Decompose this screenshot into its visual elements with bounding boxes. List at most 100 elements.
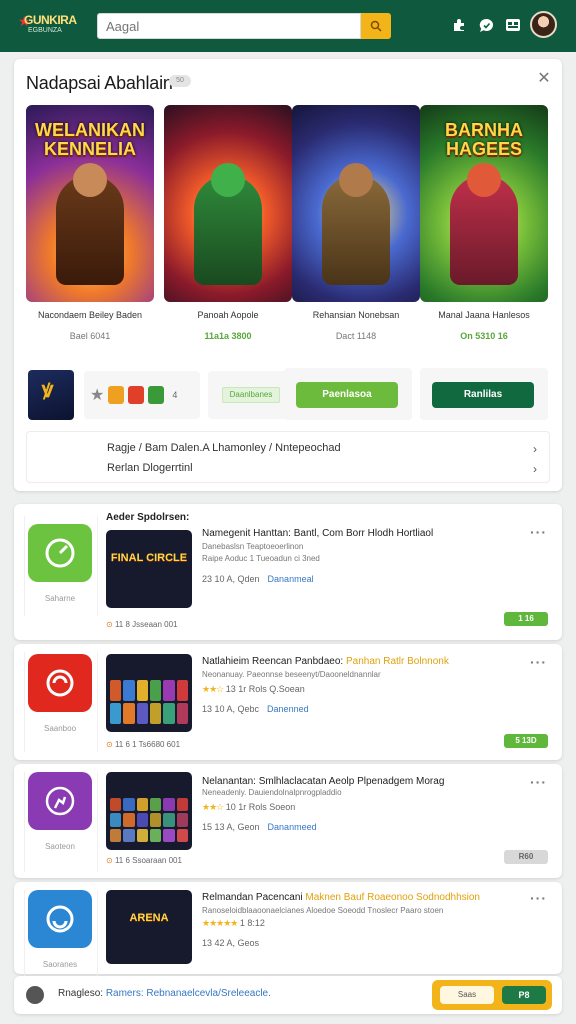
- thumbnail-title: FINAL CIRCLE: [110, 552, 188, 564]
- game-thumbnail[interactable]: ARENA: [106, 890, 192, 964]
- primary-button-box: Paenlasoa: [284, 368, 412, 420]
- tag-label[interactable]: Daanlbanes: [222, 387, 280, 403]
- app-icon[interactable]: Saanboo: [28, 654, 92, 733]
- rating-row: ★★★★★ 1 8:12: [202, 918, 265, 928]
- bottom-secondary-button[interactable]: Saas: [440, 986, 494, 1004]
- game-card[interactable]: BARNHA HAGEES Manal Jaana Hanlesos On 53…: [420, 105, 548, 341]
- thumbnail-grid: [110, 798, 188, 842]
- featured-card: Nadapsai Abahlain 50 ✕ WELANIKAN KENNELI…: [14, 59, 562, 491]
- bottom-bar: Rnagleso: Ramers: Rebnanaelcevla/Sreleea…: [14, 976, 562, 1014]
- section-heading: Aeder Spdolrsen:: [106, 512, 190, 523]
- list-title[interactable]: Relmandan Pacencani Maknen Bauf Roaeonoo…: [202, 892, 480, 903]
- bottom-bar-actions: Saas P8: [432, 980, 552, 1010]
- character-strip[interactable]: ★ 4: [84, 371, 200, 419]
- featured-title: Nadapsai Abahlain: [26, 73, 173, 93]
- list-link[interactable]: Dananmeal: [268, 574, 314, 584]
- secondary-button-box: Ranlilas: [420, 368, 548, 420]
- app-icon[interactable]: Saoranes: [28, 890, 92, 969]
- game-thumbnail[interactable]: [106, 654, 192, 732]
- game-art: [292, 105, 420, 302]
- star-rating: ★★☆: [202, 802, 224, 812]
- list-title[interactable]: Namegenit Hanttan: Bantl, Com Borr Hlodh…: [202, 528, 433, 539]
- search-button[interactable]: [361, 13, 391, 39]
- puzzle-icon[interactable]: [450, 16, 468, 34]
- list-footer: ⊙ 11 6 1 Ts6680 601: [106, 740, 181, 749]
- list-footer: ⊙ 11 8 Jsseaan 001: [106, 620, 178, 629]
- account-icon[interactable]: [26, 986, 44, 1004]
- secondary-button[interactable]: Ranlilas: [432, 382, 534, 408]
- chevron-right-icon: ›: [533, 462, 537, 476]
- runner-icon: [45, 786, 75, 816]
- logo-text: GUNKIRA: [24, 13, 77, 27]
- list-subtitle: Ranoseloidblaaoonaelcianes Aloedoe Soeod…: [202, 906, 444, 915]
- publisher-logo-icon: ꝟ: [42, 377, 54, 402]
- link-row[interactable]: Rerlan Dlogerrtinl ›: [107, 462, 537, 476]
- app-logo[interactable]: ★ GUNKIRA EGBUNZA: [18, 10, 82, 40]
- status-badge: 1 16: [504, 612, 548, 626]
- link-row[interactable]: Ragje / Bam Dalen.A Lhamonley / Nntepeoc…: [107, 442, 537, 456]
- top-bar: ★ GUNKIRA EGBUNZA: [0, 0, 576, 52]
- more-icon[interactable]: ···: [530, 774, 547, 790]
- list-title[interactable]: Nelanantan: Smlhlaclacatan Aeolp Plpenad…: [202, 776, 444, 787]
- game-thumbnail[interactable]: [106, 772, 192, 850]
- app-icon[interactable]: Saoteon: [28, 772, 92, 851]
- list-item[interactable]: Saoteon Nelanantan: Smlhlaclacatan Aeolp…: [14, 764, 562, 878]
- game-card[interactable]: Panoah Aopole 11a1a 3800: [164, 105, 292, 341]
- tag-box: Daanlbanes: [208, 371, 294, 419]
- rating-row: ★★☆ 10 1r Rols Soeon: [202, 802, 296, 812]
- game-price: Bael 6041: [69, 331, 111, 341]
- game-price: On 5310 16: [460, 331, 508, 341]
- more-icon[interactable]: ···: [530, 890, 547, 906]
- bottom-bar-link[interactable]: Ramers: Rebnanaelcevla/Sreleeacle.: [106, 988, 271, 999]
- link-text: Ragje / Bam Dalen.A Lhamonley / Nntepeoc…: [107, 442, 341, 454]
- app-icon-caption: Saanboo: [43, 724, 77, 733]
- primary-button[interactable]: Paenlasoa: [296, 382, 398, 408]
- game-art: WELANIKAN KENNELIA: [26, 105, 154, 302]
- list-item[interactable]: Saanboo Natlahieim Reencan Panbdaeo: Pan…: [14, 644, 562, 760]
- list-subtitle: Danebaslsn Teaptoeoerlinon: [202, 542, 304, 551]
- list-link[interactable]: Danenned: [267, 704, 309, 714]
- list-item[interactable]: Saoranes ARENA Relmandan Pacencani Makne…: [14, 882, 562, 990]
- app-icon[interactable]: Saharne: [28, 524, 92, 603]
- list-title[interactable]: Natlahieim Reencan Panbdaeo: Panhan Ratl…: [202, 656, 449, 667]
- app-icon-caption: Saoranes: [42, 960, 78, 969]
- game-art-title: WELANIKAN KENNELIA: [35, 120, 145, 159]
- status-badge: R60: [504, 850, 548, 864]
- thumbnail-title: ARENA: [129, 912, 169, 924]
- game-name: Rehansian Nonebsan: [312, 310, 400, 320]
- list-item[interactable]: Saharne Aeder Spdolrsen: FINAL CIRCLE Na…: [14, 504, 562, 640]
- app-icon-caption: Saharne: [44, 594, 76, 603]
- game-art: BARNHA HAGEES: [420, 105, 548, 302]
- thumbnail-grid: [110, 680, 188, 724]
- search-field[interactable]: [97, 13, 361, 39]
- star-rating: ★★☆: [202, 684, 224, 694]
- featured-count-pill: 50: [169, 75, 191, 87]
- grid-icon[interactable]: [504, 16, 522, 34]
- list-subtitle: Neonanuay. Paeonnse beseenyt/Daooneldnan…: [202, 670, 381, 679]
- list-link[interactable]: Dananmeed: [268, 822, 317, 832]
- chevron-right-icon: ›: [533, 442, 537, 456]
- game-card[interactable]: Rehansian Nonebsan Dact 1148: [292, 105, 420, 341]
- more-icon[interactable]: ···: [530, 524, 547, 540]
- user-avatar[interactable]: [530, 11, 557, 38]
- swirl-icon: [46, 905, 74, 933]
- star-icon: ★: [90, 387, 105, 404]
- game-thumbnail[interactable]: FINAL CIRCLE: [106, 530, 192, 608]
- more-icon[interactable]: ···: [530, 654, 547, 670]
- list-meta: 23 10 A, Qden Dananmeal: [202, 574, 314, 584]
- list-footer: ⊙ 11 6 Ssoaraan 001: [106, 856, 182, 865]
- search-input[interactable]: [98, 14, 360, 38]
- close-icon[interactable]: ✕: [536, 71, 552, 87]
- list-subtitle: Raipe Aoduc 1 Tueoadun ci 3ned: [202, 554, 320, 563]
- list-meta: 13 42 A, Geos: [202, 938, 260, 948]
- search-icon: [370, 20, 382, 32]
- game-card[interactable]: WELANIKAN KENNELIA Nacondaem Beiley Bade…: [26, 105, 154, 341]
- publisher-logo[interactable]: ꝟ: [28, 370, 74, 420]
- chat-icon[interactable]: [477, 16, 495, 34]
- list-meta: 15 13 A, Geon Dananmeed: [202, 822, 317, 832]
- bottom-primary-button[interactable]: P8: [502, 986, 546, 1004]
- swirl-icon: [46, 669, 74, 697]
- rating-row: ★★☆ 13 1r Rols Q.Soean: [202, 684, 305, 694]
- game-art-title: BARNHA HAGEES: [445, 120, 523, 159]
- character-icon: [128, 386, 145, 404]
